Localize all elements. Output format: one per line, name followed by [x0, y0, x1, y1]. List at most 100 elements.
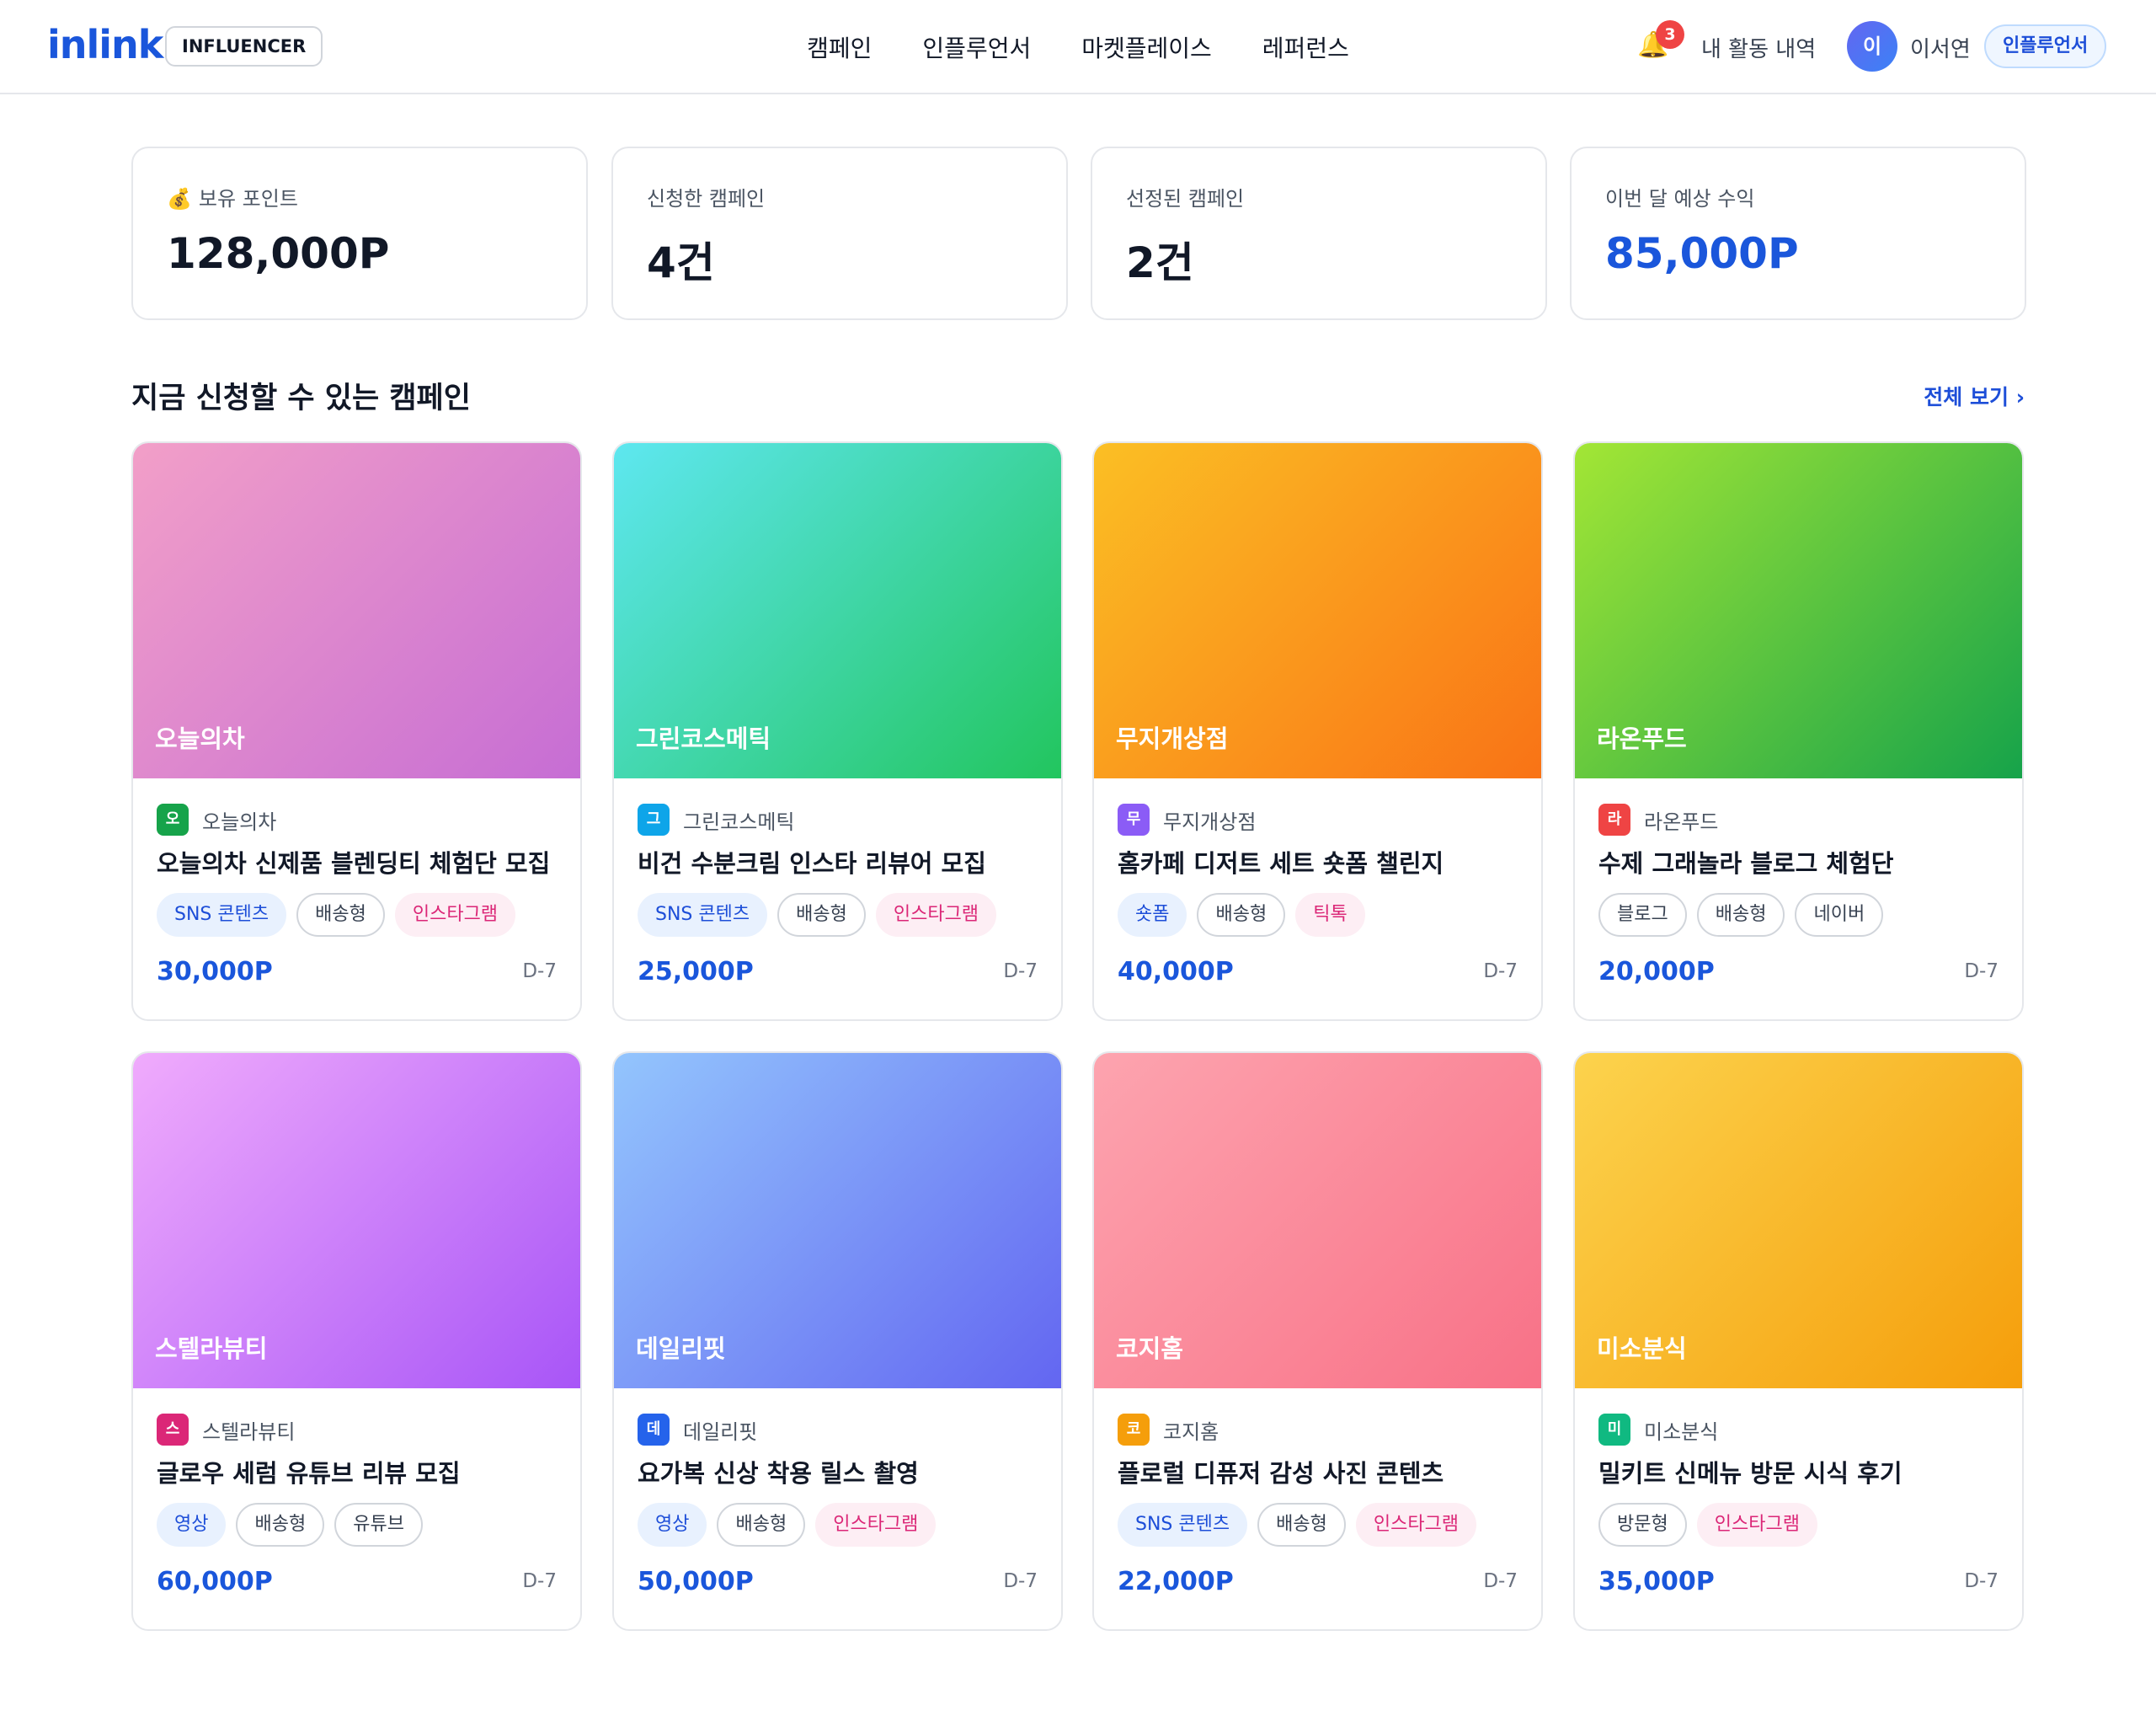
campaign-tags: 블로그 배송형 네이버: [1598, 893, 1884, 937]
campaign-tag: 숏폼: [1118, 893, 1187, 937]
campaign-thumbnail[interactable]: 코지홈: [1094, 1053, 1541, 1388]
campaign-tag: 방문형: [1598, 1503, 1687, 1547]
campaign-deadline: D-7: [1003, 1570, 1038, 1592]
campaign-tag: SNS 콘텐츠: [1118, 1503, 1248, 1547]
campaign-tag: 영상: [638, 1503, 707, 1547]
section-title: 지금 신청할 수 있는 캠페인: [131, 382, 471, 415]
campaign-thumbnail[interactable]: 데일리핏: [614, 1053, 1061, 1388]
campaign-title[interactable]: 홈카페 디저트 세트 숏폼 챌린지: [1118, 844, 1522, 879]
campaign-tags: 숏폼 배송형 틱톡: [1118, 893, 1365, 937]
campaign-tag: SNS 콘텐츠: [638, 893, 768, 937]
campaign-tag: 인스타그램: [394, 893, 516, 937]
campaign-card[interactable]: 코지홈 코 코지홈 플로럴 디퓨저 감성 사진 콘텐츠 SNS 콘텐츠 배송형 인스타그램 2…: [1092, 1051, 1543, 1631]
campaign-tags: SNS 콘텐츠 배송형 인스타그램: [1118, 1503, 1477, 1547]
stat-card-points: 💰 보유 포인트 128,000P: [131, 147, 588, 320]
campaign-reward: 25,000P: [638, 957, 754, 986]
campaign-title[interactable]: 요가복 신상 착용 릴스 촬영: [638, 1454, 1042, 1489]
campaign-thumbnail[interactable]: 라온푸드: [1575, 443, 2022, 778]
stat-card-applied: 신청한 캠페인 4건: [611, 147, 1068, 320]
campaign-tag: 인스타그램: [875, 893, 997, 937]
campaign-tags: SNS 콘텐츠 배송형 인스타그램: [157, 893, 516, 937]
campaign-card[interactable]: 무지개상점 무 무지개상점 홈카페 디저트 세트 숏폼 챌린지 숏폼 배송형 틱톡 40,00…: [1092, 441, 1543, 1021]
campaign-reward: 30,000P: [157, 957, 273, 986]
campaign-title[interactable]: 비건 수분크림 인스타 리뷰어 모집: [638, 844, 1042, 879]
campaign-title[interactable]: 수제 그래놀라 블로그 체험단: [1598, 844, 2003, 879]
nav-influencer[interactable]: 인플루언서: [922, 30, 1031, 64]
inlink-logo[interactable]: inlink: [47, 22, 163, 67]
campaign-title[interactable]: 플로럴 디퓨저 감성 사진 콘텐츠: [1118, 1454, 1522, 1489]
stat-value: 2건: [1126, 238, 1194, 287]
campaign-reward: 35,000P: [1598, 1567, 1715, 1596]
thumbnail-brand-label: 데일리핏: [636, 1334, 726, 1363]
campaign-reward: 50,000P: [638, 1567, 754, 1596]
brand-logo: 미: [1598, 1414, 1630, 1446]
campaign-title[interactable]: 밀키트 신메뉴 방문 시식 후기: [1598, 1454, 2003, 1489]
campaign-deadline: D-7: [522, 1570, 557, 1592]
campaign-deadline: D-7: [1964, 960, 1999, 982]
my-activity-link[interactable]: 내 활동 내역: [1701, 32, 1816, 63]
brand-name: 라온푸드: [1644, 810, 1719, 834]
thumbnail-brand-label: 그린코스메틱: [636, 724, 771, 753]
money-bag-icon: 💰: [167, 187, 192, 211]
brand-name: 스텔라뷰티: [202, 1419, 296, 1444]
campaign-tag: 배송형: [777, 893, 866, 937]
notification-count-badge: 3: [1656, 20, 1684, 49]
brand-row: 라 라온푸드: [1598, 804, 1718, 836]
thumbnail-brand-label: 오늘의차: [155, 724, 245, 753]
username[interactable]: 이서연: [1910, 32, 1971, 63]
campaign-tag: 배송형: [296, 893, 385, 937]
campaign-card[interactable]: 미소분식 미 미소분식 밀키트 신메뉴 방문 시식 후기 방문형 인스타그램 35,000P…: [1573, 1051, 2024, 1631]
campaign-thumbnail[interactable]: 그린코스메틱: [614, 443, 1061, 778]
campaign-deadline: D-7: [1003, 960, 1038, 982]
campaign-thumbnail[interactable]: 미소분식: [1575, 1053, 2022, 1388]
brand-row: 미 미소분식: [1598, 1414, 1718, 1446]
brand-row: 무 무지개상점: [1118, 804, 1256, 836]
avatar[interactable]: 이: [1847, 21, 1897, 72]
influencer-role-badge: INFLUENCER: [165, 26, 323, 67]
brand-logo: 스: [157, 1414, 189, 1446]
campaign-title[interactable]: 글로우 세럼 유튜브 리뷰 모집: [157, 1454, 561, 1489]
campaign-reward: 20,000P: [1598, 957, 1715, 986]
campaign-thumbnail[interactable]: 오늘의차: [133, 443, 580, 778]
brand-name: 그린코스메틱: [683, 810, 795, 834]
brand-logo: 무: [1118, 804, 1150, 836]
campaign-thumbnail[interactable]: 무지개상점: [1094, 443, 1541, 778]
campaign-tag: 네이버: [1795, 893, 1884, 937]
campaign-card[interactable]: 오늘의차오 오늘의차오늘의차 신제품 블렌딩티 체험단 모집 SNS 콘텐츠 배송형 인…: [131, 441, 582, 1021]
campaign-card[interactable]: 그린코스메틱 그 그린코스메틱 비건 수분크림 인스타 리뷰어 모집 SNS 콘텐츠 배송…: [612, 441, 1063, 1021]
brand-row: 코 코지홈: [1118, 1414, 1219, 1446]
nav-reference[interactable]: 레퍼런스: [1262, 30, 1349, 64]
nav-campaign[interactable]: 캠페인: [807, 30, 872, 64]
campaign-thumbnail[interactable]: 스텔라뷰티: [133, 1053, 580, 1388]
brand-row: 그 그린코스메틱: [638, 804, 794, 836]
main-nav: 캠페인 인플루언서 마켓플레이스 레퍼런스: [0, 0, 2156, 94]
brand-name: 미소분식: [1644, 1419, 1719, 1444]
stat-value: 85,000P: [1605, 229, 1799, 278]
campaign-reward: 40,000P: [1118, 957, 1234, 986]
campaign-title[interactable]: 오늘의차 신제품 블렌딩티 체험단 모집: [157, 844, 561, 879]
brand-row: 오 오늘의차: [157, 804, 276, 836]
brand-row: 데 데일리핏: [638, 1414, 757, 1446]
campaign-tag: 인스타그램: [1696, 1503, 1817, 1547]
thumbnail-brand-label: 코지홈: [1116, 1334, 1184, 1363]
brand-logo: 오: [157, 804, 189, 836]
campaign-deadline: D-7: [1483, 960, 1518, 982]
brand-name: 무지개상점: [1163, 810, 1257, 834]
campaign-deadline: D-7: [522, 960, 557, 982]
brand-name: 데일리핏: [683, 1419, 758, 1444]
stat-card-expected-income: 이번 달 예상 수익 85,000P: [1570, 147, 2026, 320]
brand-logo: 라: [1598, 804, 1630, 836]
campaign-card[interactable]: 라온푸드 라 라온푸드 수제 그래놀라 블로그 체험단 블로그 배송형 네이버 20,000P…: [1573, 441, 2024, 1021]
campaign-card[interactable]: 데일리핏 데 데일리핏 요가복 신상 착용 릴스 촬영 영상 배송형 인스타그램 50,000…: [612, 1051, 1063, 1631]
campaign-tag: 블로그: [1598, 893, 1687, 937]
nav-marketplace[interactable]: 마켓플레이스: [1081, 30, 1212, 64]
view-all-link[interactable]: 전체 보기 ›: [1924, 381, 2025, 411]
thumbnail-brand-label: 무지개상점: [1116, 724, 1229, 753]
stat-label: 신청한 캠페인: [647, 187, 766, 211]
thumbnail-brand-label: 미소분식: [1597, 1334, 1687, 1363]
stat-value: 128,000P: [167, 229, 390, 278]
campaign-tag: 배송형: [236, 1503, 325, 1547]
top-header: inlink INFLUENCER 캠페인 인플루언서 마켓플레이스 레퍼런스 …: [0, 0, 2156, 94]
campaign-tags: 방문형 인스타그램: [1598, 1503, 1817, 1547]
campaign-card[interactable]: 스텔라뷰티 스 스텔라뷰티 글로우 세럼 유튜브 리뷰 모집 영상 배송형 유튜브 60,00…: [131, 1051, 582, 1631]
